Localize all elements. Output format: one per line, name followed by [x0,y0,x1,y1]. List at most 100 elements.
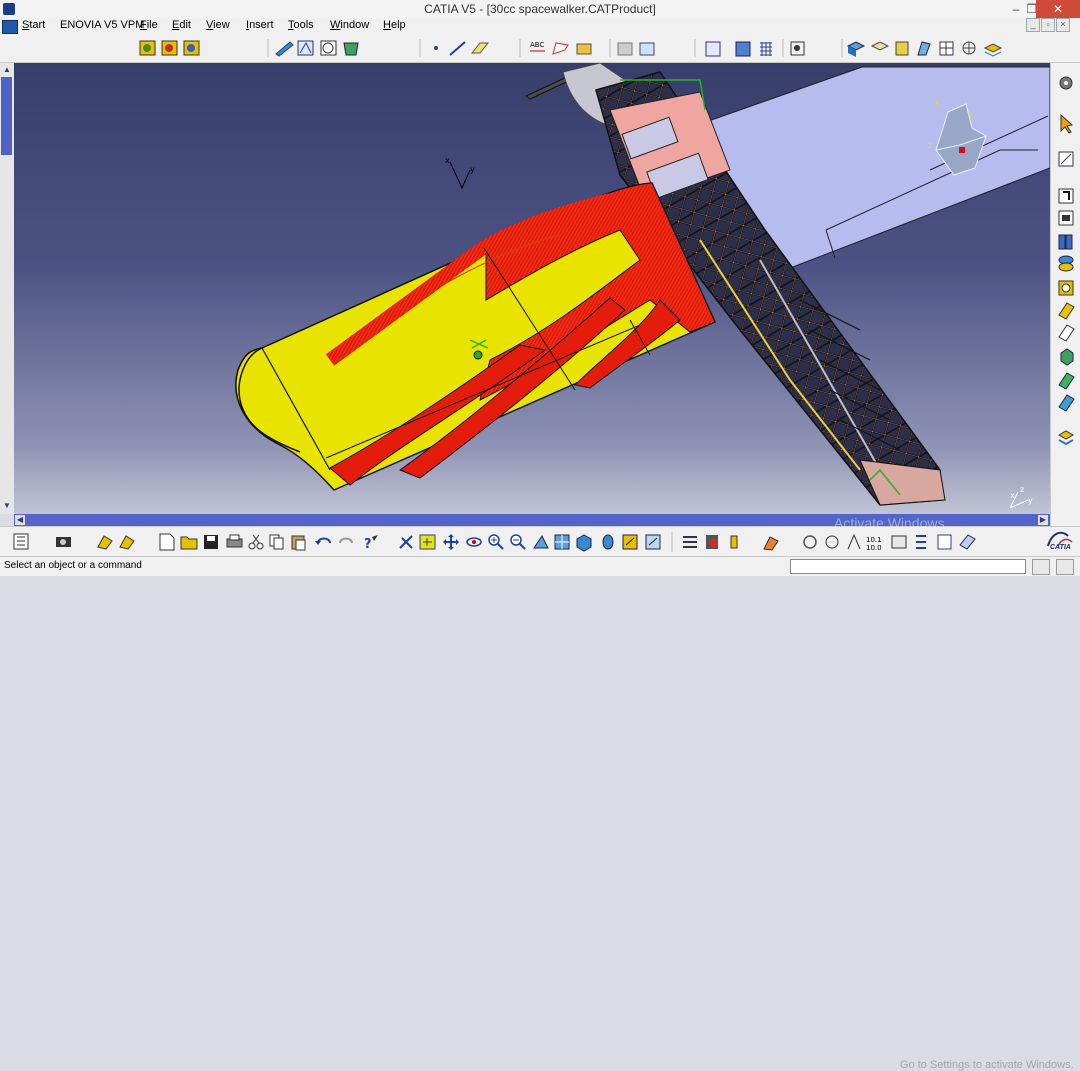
measure-icon[interactable] [399,535,413,549]
fit-all-icon[interactable] [419,534,436,550]
hole-icon[interactable] [1058,280,1074,296]
shading-icon[interactable] [895,41,909,56]
sketch-icon[interactable] [1058,151,1074,167]
scroll-right-arrow-icon[interactable]: ▶ [1038,515,1048,525]
normal-view-icon[interactable] [533,535,549,549]
swap-icon[interactable] [119,535,135,550]
loft-icon[interactable] [1058,372,1075,390]
menu-start[interactable]: Start [22,19,45,31]
save-icon[interactable] [204,535,218,549]
draft-icon[interactable] [1058,394,1075,412]
scroll-left-arrow-icon[interactable]: ◀ [15,515,25,525]
multi-view-icon[interactable] [554,534,570,550]
close-button[interactable]: ✕ [1036,0,1080,18]
sectioning-icon[interactable] [705,41,721,57]
shading-icon[interactable] [917,41,931,56]
rib-icon[interactable] [1058,302,1075,320]
render-icon[interactable] [846,41,866,57]
3d-viewport[interactable]: x y x y z z y x [14,63,1050,514]
redo-icon[interactable] [339,537,353,544]
menu-window[interactable]: Window [330,19,369,31]
copy-icon[interactable] [269,534,284,550]
compass-icon[interactable] [847,533,861,550]
grid-icon[interactable] [939,41,954,56]
layer-icon[interactable] [683,536,697,548]
pocket-icon[interactable] [1058,234,1073,250]
iso-view-icon[interactable] [576,534,592,552]
gear-icon[interactable] [1059,76,1073,90]
paste-icon[interactable] [291,535,306,551]
help-icon[interactable]: ? [364,535,378,552]
pad-icon[interactable] [1058,210,1074,226]
compass-icon[interactable] [790,41,805,56]
new-icon[interactable] [159,533,175,551]
layers-icon[interactable] [891,535,907,549]
cut-icon[interactable] [248,534,264,550]
pan-icon[interactable] [443,534,459,550]
menu-tools[interactable]: Tools [288,19,314,31]
properties-icon[interactable] [937,534,952,550]
snap-icon[interactable] [275,41,294,57]
hide-show-icon[interactable] [959,534,976,550]
menu-edit[interactable]: Edit [172,19,191,31]
flag-note-icon[interactable] [552,42,569,55]
scroll-down-arrow-icon[interactable]: ▼ [2,501,12,511]
catalog-icon[interactable] [343,42,359,56]
camera-icon[interactable] [56,537,71,547]
print-icon[interactable] [226,534,243,548]
select-cursor-icon[interactable] [1060,113,1074,134]
start-menu-icon[interactable] [2,20,18,34]
vertical-scrollbar[interactable]: ▲ ▼ [0,63,15,514]
rotate-icon[interactable] [803,535,817,549]
hide-show-icon[interactable] [622,534,638,550]
stiffener-icon[interactable] [1060,348,1074,366]
line-icon[interactable] [449,41,466,56]
undo-icon[interactable] [315,537,331,546]
command-input[interactable] [790,559,1026,574]
menu-insert[interactable]: Insert [246,19,274,31]
grid-icon[interactable] [735,41,751,57]
layers-icon[interactable] [983,43,1003,57]
rotate-icon[interactable] [466,537,482,547]
scale-icon[interactable]: 10.110.0 [866,536,882,552]
mdi-close-button[interactable]: × [1056,18,1070,32]
component-icon[interactable] [183,40,200,56]
vertical-scroll-thumb[interactable] [1,77,12,155]
render-icon[interactable] [763,536,779,551]
zoom-out-icon[interactable] [510,534,526,550]
command-list-button[interactable] [1032,559,1050,575]
left-wing-control-surface[interactable] [235,182,716,491]
product-icon[interactable] [139,40,156,56]
manipulate-icon[interactable] [320,40,337,56]
scroll-up-arrow-icon[interactable]: ▲ [2,65,12,75]
layers-icon[interactable] [916,535,926,549]
slot-icon[interactable] [1058,324,1075,342]
tree-icon[interactable] [13,533,29,550]
fly-icon[interactable] [825,535,839,549]
constraint-icon[interactable] [297,40,314,56]
menu-view[interactable]: View [206,19,230,31]
layers-icon[interactable] [1057,430,1075,446]
view-mode-icon[interactable] [870,41,890,51]
mdi-minimize-button[interactable]: _ [1026,18,1040,32]
zoom-in-icon[interactable] [488,534,504,550]
mdi-restore-button[interactable]: ▫ [1041,18,1055,32]
shaft-icon[interactable] [1058,255,1074,272]
scale-icon[interactable] [706,535,718,549]
menu-enovia[interactable]: ENOVIA V5 VPM [60,19,144,31]
section-icon[interactable] [617,42,633,56]
properties-icon[interactable] [645,534,661,550]
text-icon[interactable]: ABC [530,41,545,52]
command-options-button[interactable] [1056,559,1074,575]
menu-file[interactable]: File [140,19,158,31]
fly-icon[interactable] [97,535,113,550]
part-icon[interactable] [161,40,178,56]
open-icon[interactable] [180,536,198,550]
plane-icon[interactable] [470,42,490,54]
compass-icon[interactable] [962,41,976,55]
point-icon[interactable] [434,46,438,50]
grid-icon[interactable] [760,42,772,56]
menu-help[interactable]: Help [383,19,406,31]
measure-icon[interactable] [576,43,592,55]
scale-icon[interactable] [730,535,738,549]
